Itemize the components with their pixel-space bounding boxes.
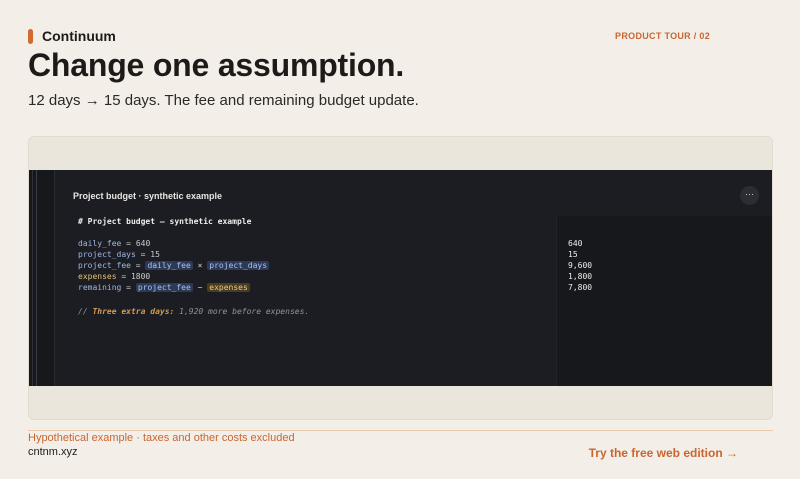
site-domain-link[interactable]: cntnm.xyz (28, 446, 78, 458)
code-note-comment[interactable]: // Three extra days: 1,920 more before e… (78, 307, 309, 316)
app-screenshot-frame: Project budget · synthetic example ··· #… (28, 136, 773, 420)
editor-side-rail (29, 170, 55, 386)
code-line-remaining[interactable]: remaining = project_fee − expenses (78, 283, 250, 292)
code-heading-comment[interactable]: # Project budget — synthetic example (78, 217, 251, 226)
result-value: 15 (568, 250, 578, 259)
code-line-project-days[interactable]: project_days = 15 (78, 250, 160, 259)
page-subtitle: 12 days → 15 days. The fee and remaining… (28, 92, 419, 109)
variable-name: daily_fee (78, 239, 122, 248)
variable-name: remaining (78, 283, 122, 292)
code-line-daily-fee[interactable]: daily_fee = 640 (78, 239, 150, 248)
brand-logo-mark (28, 28, 33, 44)
literal-value: 15 (150, 250, 160, 259)
try-web-edition-link[interactable]: Try the free web edition → (589, 446, 738, 460)
variable-name: project_days (78, 250, 136, 259)
results-pane (556, 216, 772, 386)
brand: Continuum (28, 28, 116, 44)
result-value: 1,800 (568, 272, 593, 281)
variable-reference-chip[interactable]: project_fee (135, 283, 193, 292)
more-options-button[interactable]: ··· (740, 186, 759, 205)
variable-name: project_fee (78, 261, 131, 270)
literal-value: 1800 (130, 272, 151, 281)
literal-value: 640 (135, 239, 151, 248)
more-icon: ··· (745, 189, 754, 199)
note-highlight: Three extra days: (92, 307, 175, 316)
disclaimer-text: Hypothetical example · taxes and other c… (28, 432, 295, 444)
app-window: Project budget · synthetic example ··· #… (29, 170, 772, 386)
code-line-project-fee[interactable]: project_fee = daily_fee × project_days (78, 261, 270, 270)
document-title: Project budget · synthetic example (73, 191, 223, 201)
brand-name: Continuum (42, 28, 116, 44)
variable-reference-chip[interactable]: daily_fee (145, 261, 193, 270)
footer-divider (28, 430, 773, 431)
result-value: 7,800 (568, 283, 593, 292)
result-value: 640 (568, 239, 583, 248)
variable-reference-chip[interactable]: project_days (207, 261, 270, 270)
result-value: 9,600 (568, 261, 593, 270)
variable-reference-chip[interactable]: expenses (207, 283, 250, 292)
tour-step-label: PRODUCT TOUR / 02 (615, 31, 710, 41)
page-title: Change one assumption. (28, 47, 405, 83)
variable-name: expenses (78, 272, 117, 281)
code-line-expenses[interactable]: expenses = 1800 (78, 272, 150, 281)
